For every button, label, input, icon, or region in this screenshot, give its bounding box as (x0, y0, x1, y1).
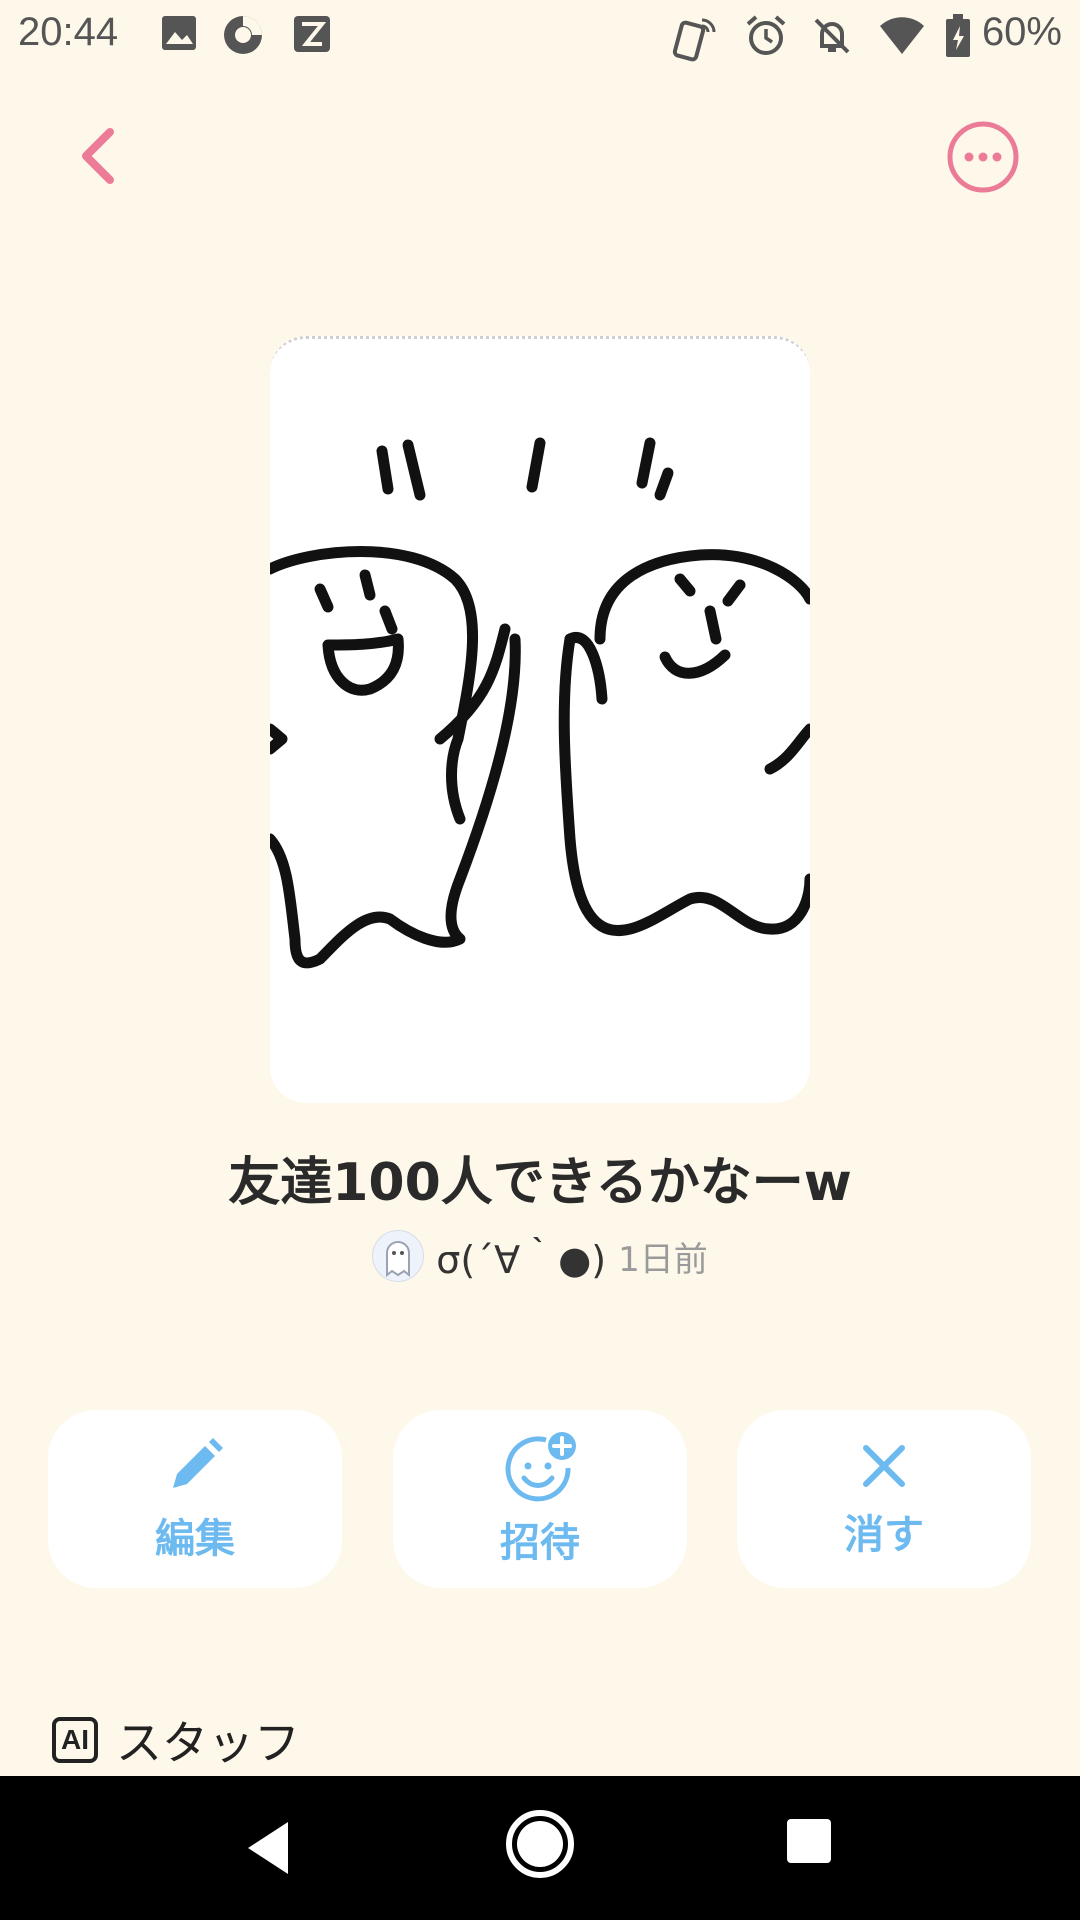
invite-label: 招待 (500, 1520, 580, 1566)
pencil-icon (173, 1438, 223, 1488)
ai-badge-icon: AI (52, 1717, 98, 1763)
post-time: 1日前 (618, 1239, 708, 1280)
square-recents-icon (787, 1819, 831, 1863)
back-button[interactable] (64, 120, 128, 192)
image-icon (160, 14, 198, 56)
delete-button[interactable]: 消す (737, 1410, 1031, 1588)
edit-button[interactable]: 編集 (48, 1410, 342, 1588)
two-ghosts-illustration (270, 437, 810, 969)
sync-icon (222, 14, 264, 60)
battery-percentage: 60% (981, 10, 1062, 54)
nav-recents-button[interactable] (784, 1816, 834, 1870)
alarm-icon (744, 14, 788, 62)
close-icon (863, 1445, 905, 1487)
battery-icon (944, 14, 972, 62)
nfc-icon (672, 14, 720, 66)
navigation-bar (0, 1776, 1080, 1920)
post-meta: σ(´∀｀●) 1日前 (0, 1226, 1080, 1286)
more-options-button[interactable] (946, 120, 1020, 194)
avatar[interactable] (372, 1230, 425, 1282)
staff-section-header: AI スタッフ (52, 1712, 300, 1770)
invite-face-icon (505, 1432, 576, 1502)
invite-button[interactable]: 招待 (393, 1410, 687, 1588)
staff-label: スタッフ (116, 1716, 300, 1770)
wifi-icon (878, 14, 926, 62)
triangle-back-icon (248, 1822, 288, 1874)
ghost-avatar-icon (386, 1241, 411, 1278)
more-horizontal-icon (947, 121, 1019, 193)
mute-icon (810, 14, 854, 62)
nav-back-button[interactable] (240, 1812, 300, 1888)
post-image[interactable] (270, 336, 810, 1103)
status-time: 20:44 (18, 10, 119, 54)
post-title: 友達100人できるかなーw (228, 1153, 852, 1213)
chevron-left-icon (82, 128, 114, 184)
status-bar: 20:44 60% (0, 0, 1080, 76)
nav-home-button[interactable] (504, 1808, 576, 1884)
edit-label: 編集 (155, 1516, 235, 1562)
circle-home-icon (506, 1810, 574, 1878)
delete-label: 消す (844, 1512, 924, 1558)
author-name[interactable]: σ(´∀｀●) (436, 1229, 606, 1284)
app-icon (292, 14, 332, 58)
